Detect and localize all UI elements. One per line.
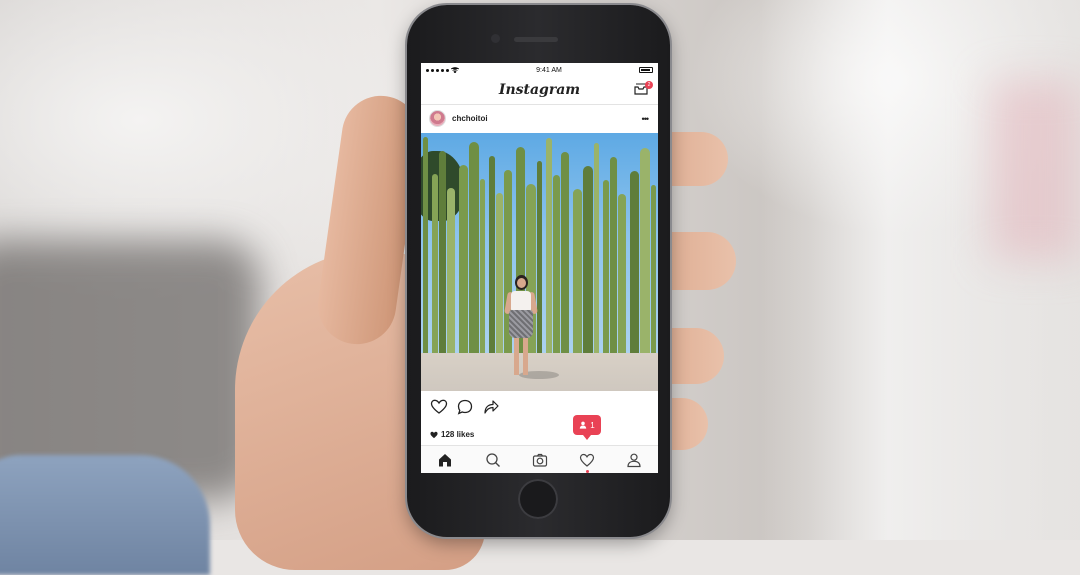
likes-heart-icon (430, 431, 438, 438)
like-heart-icon[interactable] (430, 398, 448, 416)
post-actions (421, 395, 658, 419)
activity-unread-dot (586, 470, 589, 473)
signal-strength-icon (426, 67, 459, 73)
share-arrow-icon[interactable] (482, 398, 500, 416)
more-options-icon[interactable]: ••• (642, 115, 650, 124)
person-figure (504, 275, 559, 385)
app-logo: Instagram (498, 82, 581, 98)
profile-tab-icon[interactable] (626, 452, 642, 468)
battery-icon (639, 67, 653, 73)
home-tab-icon[interactable] (437, 452, 453, 468)
camera-tab-icon[interactable] (532, 452, 548, 468)
home-button[interactable] (518, 479, 558, 519)
follower-person-icon (580, 421, 587, 429)
front-camera (491, 34, 500, 43)
avatar[interactable] (429, 110, 446, 127)
status-bar: 9:41 AM (421, 63, 658, 77)
inbox-badge: 2 (645, 81, 653, 89)
earpiece-speaker (514, 37, 558, 42)
search-tab-icon[interactable] (485, 452, 501, 468)
likes-label: 128 likes (441, 430, 475, 439)
status-time: 9:41 AM (536, 66, 562, 74)
wifi-icon (451, 67, 459, 73)
activity-count: 1 (590, 420, 595, 430)
blurred-pink-object (990, 80, 1080, 260)
post-photo[interactable] (421, 133, 658, 391)
phone-screen: 9:41 AM Instagram 2 chchoitoi ••• 128 li… (421, 63, 658, 473)
post-username[interactable]: chchoitoi (452, 114, 488, 123)
sleeve (0, 455, 210, 575)
activity-notification-bubble[interactable]: 1 (573, 415, 601, 440)
comment-icon[interactable] (456, 398, 474, 416)
post-header: chchoitoi ••• (421, 105, 658, 133)
likes-count[interactable]: 128 likes (430, 430, 474, 439)
app-header: Instagram 2 (421, 77, 658, 105)
activity-heart-tab-icon[interactable] (579, 452, 595, 468)
bottom-tab-bar (421, 445, 658, 473)
